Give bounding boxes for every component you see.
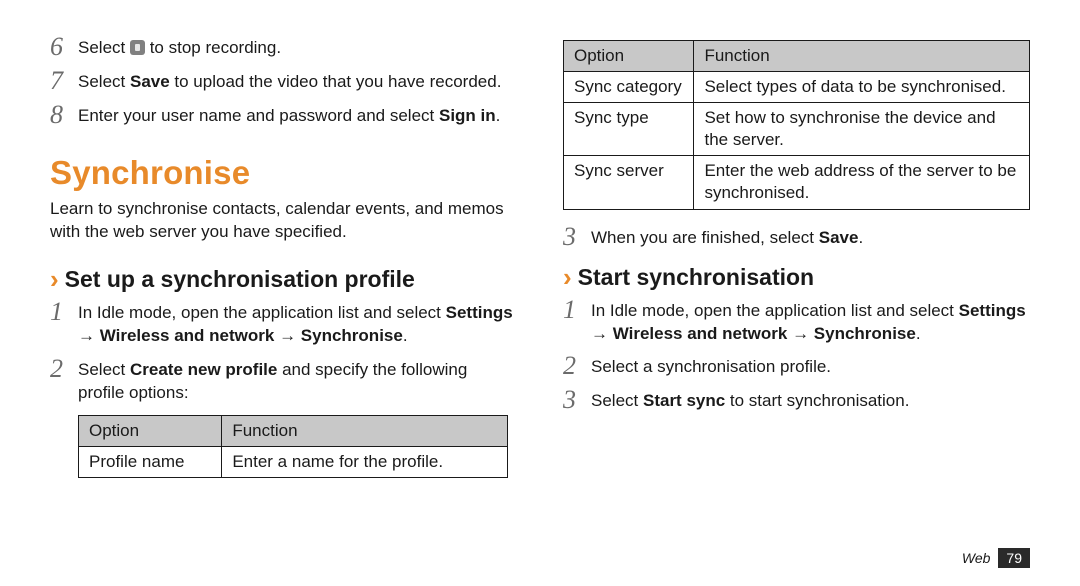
setup-step-2: 2 Select Create new profile and specify … bbox=[50, 356, 517, 405]
start-step-3: 3 Select Start sync to start synchronisa… bbox=[563, 387, 1030, 413]
profile-options-table-part1: Option Function Profile name Enter a nam… bbox=[78, 415, 508, 478]
step-number: 8 bbox=[50, 102, 78, 128]
start-step-1: 1 In Idle mode, open the application lis… bbox=[563, 297, 1030, 346]
table-row: Profile name Enter a name for the profil… bbox=[79, 446, 508, 477]
text: to upload the video that you have record… bbox=[170, 72, 502, 91]
profile-options-table-part2: Option Function Sync category Select typ… bbox=[563, 40, 1030, 210]
text: . bbox=[403, 326, 408, 345]
step-number: 2 bbox=[50, 356, 78, 382]
section-intro: Learn to synchronise contacts, calendar … bbox=[50, 198, 517, 244]
cell-option: Sync type bbox=[564, 103, 694, 156]
step-text: In Idle mode, open the application list … bbox=[78, 299, 517, 348]
cell-function: Enter a name for the profile. bbox=[222, 446, 507, 477]
text: In Idle mode, open the application list … bbox=[78, 303, 446, 322]
subheading-start-sync: › Start synchronisation bbox=[563, 264, 1030, 291]
chevron-right-icon: › bbox=[563, 264, 572, 290]
cell-function: Set how to synchronise the device and th… bbox=[694, 103, 1030, 156]
table-row: Sync type Set how to synchronise the dev… bbox=[564, 103, 1030, 156]
cell-option: Sync category bbox=[564, 72, 694, 103]
setup-step-3: 3 When you are finished, select Save. bbox=[563, 224, 1030, 250]
text: Select bbox=[591, 391, 643, 410]
text: When you are finished, select bbox=[591, 228, 819, 247]
step-7: 7 Select Save to upload the video that y… bbox=[50, 68, 517, 94]
bold-text: Sign in bbox=[439, 106, 496, 125]
step-8: 8 Enter your user name and password and … bbox=[50, 102, 517, 128]
subheading-text: Start synchronisation bbox=[578, 264, 814, 291]
setup-step-1: 1 In Idle mode, open the application lis… bbox=[50, 299, 517, 348]
step-number: 3 bbox=[563, 224, 591, 250]
manual-page: 6 Select to stop recording. 7 Select Sav… bbox=[0, 0, 1080, 586]
step-text: In Idle mode, open the application list … bbox=[591, 297, 1030, 346]
subheading-setup-profile: › Set up a synchronisation profile bbox=[50, 266, 517, 293]
text: In Idle mode, open the application list … bbox=[591, 301, 959, 320]
step-text: Select a synchronisation profile. bbox=[591, 353, 831, 379]
step-number: 6 bbox=[50, 34, 78, 60]
page-number: 79 bbox=[998, 548, 1030, 568]
step-text: Select to stop recording. bbox=[78, 34, 281, 60]
step-6: 6 Select to stop recording. bbox=[50, 34, 517, 60]
step-text: Enter your user name and password and se… bbox=[78, 102, 500, 128]
bold-text: Start sync bbox=[643, 391, 725, 410]
step-text: Select Start sync to start synchronisati… bbox=[591, 387, 909, 413]
text: Select bbox=[78, 360, 130, 379]
step-number: 3 bbox=[563, 387, 591, 413]
cell-option: Sync server bbox=[564, 156, 694, 209]
footer-section-label: Web bbox=[962, 550, 991, 566]
cell-function: Select types of data to be synchronised. bbox=[694, 72, 1030, 103]
table-header-function: Function bbox=[694, 41, 1030, 72]
bold-text: Save bbox=[130, 72, 170, 91]
right-column: Option Function Sync category Select typ… bbox=[563, 30, 1030, 566]
step-number: 1 bbox=[50, 299, 78, 325]
table-header-function: Function bbox=[222, 415, 507, 446]
cell-function: Enter the web address of the server to b… bbox=[694, 156, 1030, 209]
stop-recording-icon bbox=[130, 40, 145, 55]
table-header-option: Option bbox=[79, 415, 222, 446]
text: Select bbox=[78, 38, 130, 57]
page-footer: Web 79 bbox=[962, 548, 1030, 568]
bold-text: Create new profile bbox=[130, 360, 277, 379]
left-column: 6 Select to stop recording. 7 Select Sav… bbox=[50, 30, 517, 566]
table-row: Sync category Select types of data to be… bbox=[564, 72, 1030, 103]
text: . bbox=[858, 228, 863, 247]
bold-text: Save bbox=[819, 228, 859, 247]
step-text: Select Save to upload the video that you… bbox=[78, 68, 501, 94]
step-number: 2 bbox=[563, 353, 591, 379]
section-heading-synchronise: Synchronise bbox=[50, 154, 517, 192]
subheading-text: Set up a synchronisation profile bbox=[65, 266, 415, 293]
step-text: Select Create new profile and specify th… bbox=[78, 356, 517, 405]
text: Enter your user name and password and se… bbox=[78, 106, 439, 125]
chevron-right-icon: › bbox=[50, 266, 59, 292]
start-step-2: 2 Select a synchronisation profile. bbox=[563, 353, 1030, 379]
text: to stop recording. bbox=[145, 38, 281, 57]
text: . bbox=[916, 324, 921, 343]
text: to start synchronisation. bbox=[725, 391, 909, 410]
text: . bbox=[496, 106, 501, 125]
step-number: 7 bbox=[50, 68, 78, 94]
step-number: 1 bbox=[563, 297, 591, 323]
table-row: Sync server Enter the web address of the… bbox=[564, 156, 1030, 209]
text: Select bbox=[78, 72, 130, 91]
step-text: When you are finished, select Save. bbox=[591, 224, 863, 250]
table-header-option: Option bbox=[564, 41, 694, 72]
cell-option: Profile name bbox=[79, 446, 222, 477]
